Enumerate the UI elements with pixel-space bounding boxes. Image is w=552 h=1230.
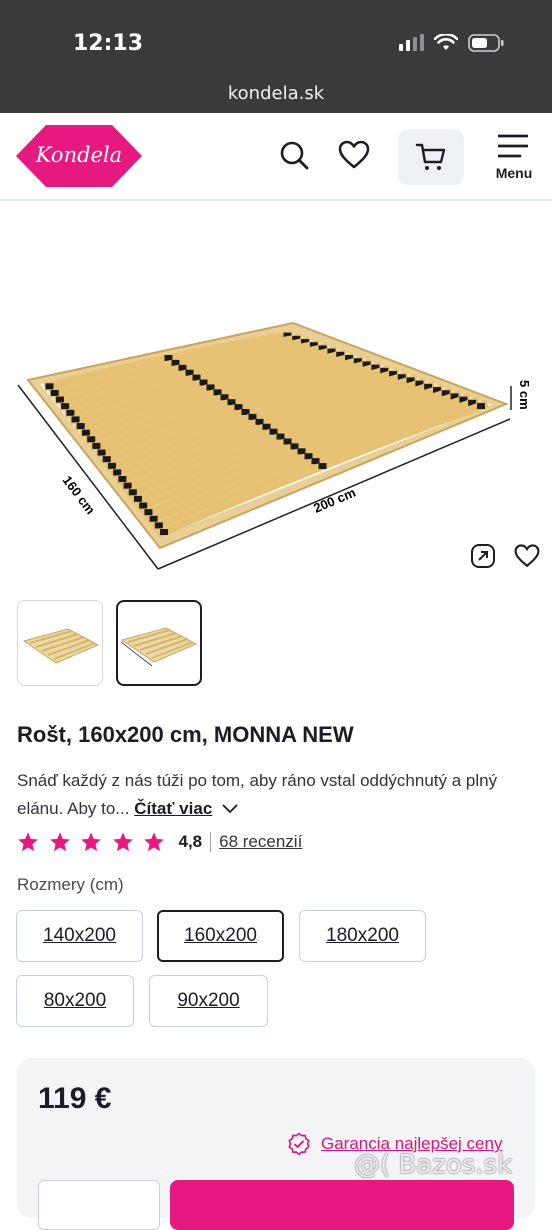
slat-holder bbox=[55, 396, 64, 403]
dim-width-label: 160 cm bbox=[60, 473, 99, 517]
status-bar: 12:13 kondela.sk bbox=[0, 0, 552, 113]
slat-holder bbox=[311, 458, 320, 465]
heart-icon[interactable] bbox=[338, 139, 370, 171]
slat-holder bbox=[97, 449, 106, 456]
slat-holder bbox=[71, 416, 80, 423]
size-option-140x200[interactable]: 140x200 bbox=[16, 910, 143, 962]
share-icon[interactable] bbox=[470, 543, 496, 569]
logo-text: Kondela bbox=[35, 143, 123, 167]
slat-holder bbox=[113, 469, 122, 476]
slat-holder bbox=[45, 383, 54, 390]
price-card: 119 € Garancia najlepšej ceny bbox=[17, 1058, 535, 1230]
thumbnail-1-image bbox=[22, 628, 100, 664]
search-icon[interactable] bbox=[278, 139, 310, 171]
slat-holder bbox=[283, 438, 292, 445]
price: 119 € bbox=[38, 1082, 112, 1115]
dim-height-label: 5 cm bbox=[517, 380, 532, 410]
slat-holder bbox=[61, 403, 70, 410]
slat-holder bbox=[102, 456, 111, 463]
menu-label[interactable]: Menu bbox=[490, 165, 538, 181]
size-option-90x200[interactable]: 90x200 bbox=[149, 975, 268, 1027]
hamburger-icon[interactable] bbox=[498, 133, 528, 159]
rating-divider bbox=[210, 832, 212, 852]
slat-holder bbox=[144, 509, 153, 516]
slat-holder bbox=[160, 529, 169, 536]
product-description: Snáď každý z nás túži po tom, aby ráno v… bbox=[17, 767, 537, 823]
size-option-80x200[interactable]: 80x200 bbox=[16, 975, 134, 1027]
cart-icon bbox=[415, 143, 446, 170]
add-to-cart-button[interactable] bbox=[170, 1180, 514, 1230]
slat-holder bbox=[81, 429, 90, 436]
thumbnail-2[interactable] bbox=[116, 600, 202, 686]
star-icon bbox=[144, 832, 164, 852]
cart-button[interactable] bbox=[398, 129, 464, 185]
star-icon bbox=[81, 832, 101, 852]
slat-holder bbox=[269, 428, 278, 435]
rating: 4,8 68 recenzií bbox=[17, 831, 302, 853]
slat-holder bbox=[318, 463, 327, 470]
system-icons bbox=[398, 34, 504, 52]
slat-holder bbox=[139, 502, 148, 509]
slat-holder bbox=[92, 442, 101, 449]
rating-stars bbox=[17, 831, 175, 853]
quantity-stepper[interactable] bbox=[38, 1180, 160, 1230]
logo[interactable]: Kondela bbox=[16, 123, 142, 189]
star-icon bbox=[18, 832, 38, 852]
signal-icon bbox=[399, 34, 424, 51]
slat-holder bbox=[154, 522, 163, 529]
star-icon bbox=[112, 832, 133, 852]
sizes-label: Rozmery (cm) bbox=[17, 875, 124, 894]
product-title: Rošt, 160x200 cm, MONNA NEW bbox=[17, 722, 354, 747]
slat-holder bbox=[297, 448, 306, 455]
slat-holder bbox=[107, 462, 116, 469]
clock: 12:13 bbox=[73, 31, 144, 56]
battery-icon bbox=[468, 34, 504, 52]
badge-check-icon bbox=[288, 1132, 310, 1156]
slat-holder bbox=[123, 482, 132, 489]
read-more-link[interactable]: Čítať viac bbox=[134, 799, 212, 818]
slat-holder bbox=[262, 423, 271, 430]
description-text: Snáď každý z nás túži po tom, aby ráno v… bbox=[17, 771, 498, 818]
slat-holder bbox=[66, 409, 75, 416]
slat-holder bbox=[476, 403, 485, 410]
slat-holder bbox=[255, 418, 264, 425]
reviews-link[interactable]: 68 recenzií bbox=[219, 832, 302, 852]
dim-length-label: 200 cm bbox=[311, 485, 357, 516]
slat-holder bbox=[118, 476, 127, 483]
thumbnail-1[interactable] bbox=[17, 600, 103, 686]
slat-holder bbox=[276, 433, 285, 440]
slat-holder bbox=[87, 436, 96, 443]
chevron-down-icon[interactable] bbox=[221, 802, 239, 814]
site-header: Kondela Menu bbox=[0, 113, 552, 201]
slat-holder bbox=[290, 443, 299, 450]
watermark: @( Bazos.sk bbox=[354, 1150, 513, 1180]
slat-holder bbox=[304, 453, 313, 460]
slat-holder bbox=[248, 413, 257, 420]
slat-holder bbox=[149, 515, 158, 522]
star-icon bbox=[49, 832, 70, 852]
size-option-160x200[interactable]: 160x200 bbox=[157, 910, 284, 962]
address-bar[interactable]: kondela.sk bbox=[0, 83, 552, 104]
wifi-icon bbox=[434, 34, 458, 50]
slat-holder bbox=[134, 495, 143, 502]
size-option-180x200[interactable]: 180x200 bbox=[299, 910, 426, 962]
rating-value: 4,8 bbox=[178, 832, 203, 851]
slat-holder bbox=[128, 489, 137, 496]
slat-holder bbox=[76, 423, 85, 430]
thumbnail-2-image bbox=[120, 627, 198, 667]
slat-holder bbox=[50, 389, 59, 396]
wishlist-icon[interactable] bbox=[514, 543, 540, 569]
